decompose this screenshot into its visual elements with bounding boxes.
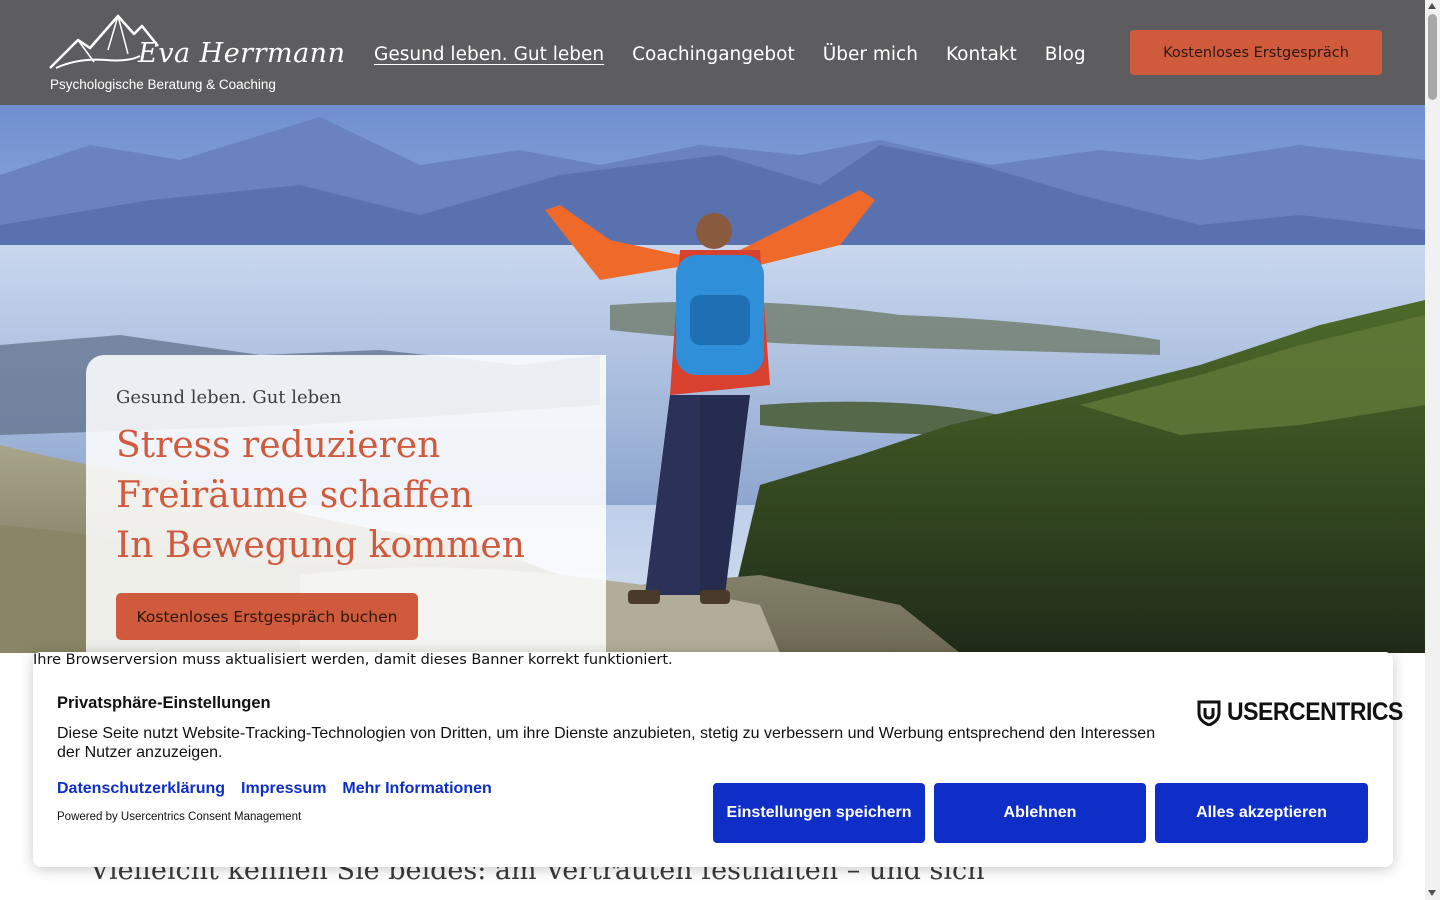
page-scrollbar[interactable] <box>1425 0 1440 900</box>
hero-cta-button[interactable]: Kostenloses Erstgespräch buchen <box>116 593 418 640</box>
nav-item-kontakt[interactable]: Kontakt <box>946 44 1017 65</box>
hero-line-1: Stress reduzieren <box>116 425 441 466</box>
scroll-up-arrow-icon[interactable] <box>1428 3 1436 9</box>
site-header: Eva Herrmann Psychologische Beratung & C… <box>0 0 1425 105</box>
nav-item-ueber-mich[interactable]: Über mich <box>823 44 918 65</box>
site-logo[interactable]: Eva Herrmann Psychologische Beratung & C… <box>48 10 345 96</box>
browser-update-notice: Ihre Browserversion muss aktualisiert we… <box>33 652 673 668</box>
nav-item-coachingangebot[interactable]: Coachingangebot <box>632 44 795 65</box>
usercentrics-logo: USERCENTRICS <box>1197 698 1418 727</box>
nav-item-gesund-leben[interactable]: Gesund leben. Gut leben <box>374 44 604 65</box>
hero-line-2: Freiräume schaffen <box>116 475 474 516</box>
logo-name: Eva Herrmann <box>138 38 346 69</box>
save-settings-button[interactable]: Einstellungen speichern <box>713 783 925 843</box>
hero-eyebrow: Gesund leben. Gut leben <box>116 387 342 408</box>
consent-title: Privatsphäre-Einstellungen <box>57 694 271 712</box>
scrollbar-thumb[interactable] <box>1428 14 1437 100</box>
hero-section: Gesund leben. Gut leben Stress reduziere… <box>0 105 1425 653</box>
more-info-link[interactable]: Mehr Informationen <box>342 780 491 798</box>
usercentrics-wordmark: USERCENTRICS <box>1227 698 1403 726</box>
scroll-down-arrow-icon[interactable] <box>1428 890 1436 896</box>
imprint-link[interactable]: Impressum <box>241 780 326 798</box>
consent-links: Datenschutzerklärung Impressum Mehr Info… <box>57 780 492 798</box>
hero-line-3: In Bewegung kommen <box>116 525 525 566</box>
consent-powered-by: Powered by Usercentrics Consent Manageme… <box>57 811 302 823</box>
header-cta-button[interactable]: Kostenloses Erstgespräch <box>1130 30 1382 75</box>
privacy-policy-link[interactable]: Datenschutzerklärung <box>57 780 225 798</box>
accept-all-button[interactable]: Alles akzeptieren <box>1155 783 1368 843</box>
hero-headline: Stress reduzieren Freiräume schaffen In … <box>116 421 525 571</box>
nav-item-blog[interactable]: Blog <box>1045 44 1086 65</box>
usercentrics-shield-icon <box>1197 700 1221 726</box>
logo-tagline: Psychologische Beratung & Coaching <box>50 77 276 92</box>
consent-description: Diese Seite nutzt Website-Tracking-Techn… <box>57 725 1156 761</box>
deny-button[interactable]: Ablehnen <box>934 783 1146 843</box>
main-nav: Gesund leben. Gut leben Coachingangebot … <box>374 44 1086 65</box>
hero-card: Gesund leben. Gut leben Stress reduziere… <box>86 355 606 653</box>
consent-banner: Privatsphäre-Einstellungen Diese Seite n… <box>33 652 1403 867</box>
